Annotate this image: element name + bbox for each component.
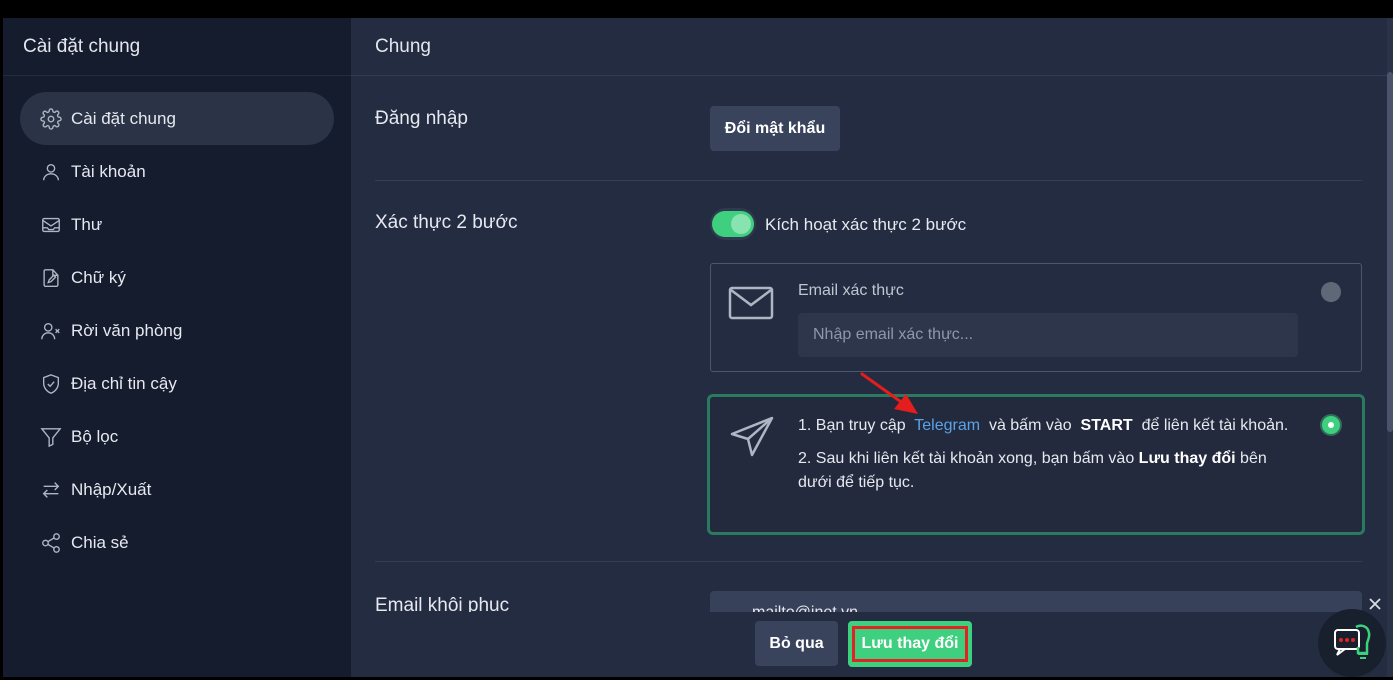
- settings-main-panel: Chung Đăng nhập Đổi mật khẩu Xác thực 2 …: [351, 18, 1387, 677]
- sidebar-item-share[interactable]: Chia sẻ: [20, 516, 334, 569]
- scrollbar-thumb[interactable]: [1387, 72, 1393, 432]
- verification-email-input[interactable]: [798, 313, 1298, 357]
- save-keyword: Lưu thay đổi: [1138, 450, 1236, 467]
- settings-nav: Cài đặt chung Tài khoản Thư Chữ ký Rời v…: [3, 76, 351, 569]
- sidebar-item-signature[interactable]: Chữ ký: [20, 251, 334, 304]
- sidebar-item-label: Cài đặt chung: [71, 108, 176, 128]
- step2-prefix: 2. Sau khi liên kết tài khoản xong, bạn …: [798, 450, 1135, 467]
- radio-selected-fill: [1322, 416, 1340, 434]
- sidebar-item-label: Bộ lọc: [71, 426, 119, 446]
- chat-bot-icon: [1334, 624, 1371, 659]
- telegram-option-radio[interactable]: [1320, 414, 1342, 436]
- red-pointer-arrow-annotation: [860, 372, 918, 414]
- sidebar-item-filters[interactable]: Bộ lọc: [20, 410, 334, 463]
- email-verification-option[interactable]: Email xác thực: [710, 263, 1362, 372]
- settings-sidebar: Cài đặt chung Cài đặt chung Tài khoản Th…: [3, 18, 351, 677]
- sidebar-item-label: Chia sẻ: [71, 532, 129, 552]
- radio-selected-dot: [1328, 422, 1334, 428]
- sidebar-item-out-of-office[interactable]: Rời văn phòng: [20, 304, 334, 357]
- two-factor-section-label: Xác thực 2 bước: [375, 212, 518, 233]
- share-icon: [42, 532, 60, 553]
- email-option-radio[interactable]: [1321, 282, 1341, 302]
- sidebar-item-general[interactable]: Cài đặt chung: [20, 92, 334, 145]
- sidebar-item-import-export[interactable]: Nhập/Xuất: [20, 463, 334, 516]
- gear-icon: [40, 107, 62, 130]
- email-option-title: Email xác thực: [798, 282, 904, 299]
- sidebar-item-label: Thư: [71, 214, 103, 234]
- sidebar-item-label: Nhập/Xuất: [71, 479, 152, 499]
- filter-icon: [40, 427, 62, 447]
- toggle-knob: [731, 214, 751, 234]
- step1-middle: và bấm vào: [988, 417, 1072, 434]
- toggle-track: [712, 211, 754, 237]
- sidebar-item-trusted-addresses[interactable]: Địa chỉ tin cậy: [20, 357, 334, 410]
- section-divider: [375, 561, 1362, 562]
- support-chat-widget[interactable]: [1318, 609, 1386, 677]
- start-keyword: START: [1080, 417, 1133, 434]
- step1-suffix: để liên kết tài khoản.: [1141, 417, 1289, 434]
- login-section-label: Đăng nhập: [375, 108, 468, 129]
- page-title: Chung: [351, 18, 1387, 76]
- send-plane-icon: [730, 416, 774, 457]
- telegram-step-2: 2. Sau khi liên kết tài khoản xong, bạn …: [798, 447, 1298, 495]
- save-changes-button[interactable]: Lưu thay đổi: [848, 621, 972, 667]
- sidebar-title: Cài đặt chung: [3, 18, 351, 76]
- sidebar-item-account[interactable]: Tài khoản: [20, 145, 334, 198]
- envelope-icon: [728, 286, 774, 320]
- user-icon: [42, 163, 60, 180]
- sidebar-item-label: Tài khoản: [71, 161, 146, 181]
- telegram-verification-option[interactable]: 1. Bạn truy cập Telegram và bấm vào STAR…: [707, 394, 1365, 535]
- telegram-instructions: 1. Bạn truy cập Telegram và bấm vào STAR…: [798, 414, 1298, 504]
- save-changes-label: Lưu thay đổi: [852, 626, 968, 662]
- sidebar-item-label: Rời văn phòng: [71, 320, 183, 340]
- section-divider: [375, 180, 1362, 181]
- signature-icon: [43, 268, 59, 287]
- arrows-swap-icon: [42, 481, 60, 498]
- user-x-icon: [41, 322, 60, 339]
- skip-button[interactable]: Bỏ qua: [755, 621, 838, 666]
- sidebar-item-label: Chữ ký: [71, 267, 126, 287]
- two-factor-toggle[interactable]: [710, 208, 756, 240]
- shield-check-icon: [42, 373, 60, 394]
- main-scrollbar[interactable]: [1387, 18, 1393, 677]
- sidebar-item-mail[interactable]: Thư: [20, 198, 334, 251]
- change-password-button[interactable]: Đổi mật khẩu: [710, 106, 840, 151]
- top-black-bar: [0, 0, 1393, 18]
- mail-tray-icon: [42, 217, 60, 232]
- two-factor-toggle-label: Kích hoạt xác thực 2 bước: [765, 215, 967, 234]
- sidebar-item-label: Địa chỉ tin cậy: [71, 373, 177, 393]
